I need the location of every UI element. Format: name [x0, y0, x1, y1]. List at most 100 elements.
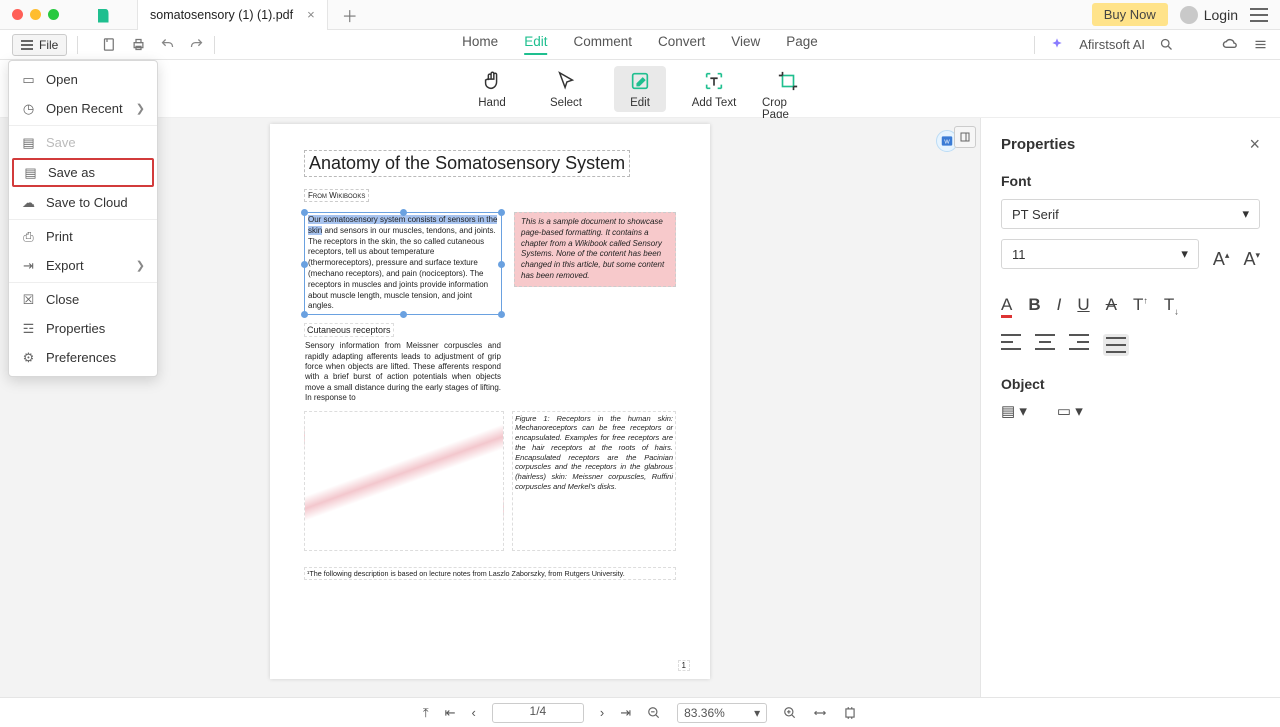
font-section-label: Font	[1001, 173, 1260, 189]
sample-note: This is a sample document to showcase pa…	[514, 212, 676, 287]
save-icon[interactable]	[102, 37, 117, 52]
fit-width-icon[interactable]	[813, 706, 827, 720]
tab-view[interactable]: View	[731, 34, 760, 55]
zoom-out-icon[interactable]	[647, 706, 661, 720]
file-menu-open[interactable]: ▭Open	[9, 65, 157, 94]
subheading: Cutaneous receptors	[304, 323, 394, 337]
chevron-right-icon: ❯	[136, 259, 145, 272]
bold-icon[interactable]: B	[1028, 295, 1040, 318]
login-label: Login	[1204, 7, 1238, 23]
font-size-select[interactable]: 11 ▾	[1001, 239, 1199, 269]
app-menu-icon[interactable]	[1250, 8, 1268, 22]
file-menu-properties[interactable]: ☲Properties	[9, 314, 157, 343]
file-menu-open-recent[interactable]: ◷Open Recent❯	[9, 94, 157, 123]
prev-page-icon[interactable]: ‹	[472, 705, 476, 720]
tab-edit[interactable]: Edit	[524, 34, 547, 55]
file-button[interactable]: File	[12, 34, 67, 56]
text-format-row: A B I U A T↑ T↓	[1001, 295, 1260, 318]
tool-select[interactable]: Select	[540, 66, 592, 112]
pdf-page[interactable]: Anatomy of the Somatosensory System From…	[270, 124, 710, 679]
align-center-icon[interactable]	[1035, 334, 1055, 356]
tool-add-text[interactable]: Add Text	[688, 66, 740, 112]
file-menu-preferences[interactable]: ⚙Preferences	[9, 343, 157, 372]
recent-icon: ◷	[21, 101, 36, 116]
file-menu-save-as[interactable]: ▤Save as	[12, 158, 154, 187]
panel-toggle-icon[interactable]	[1253, 37, 1268, 52]
edit-icon	[628, 69, 652, 93]
menu-tabs: Home Edit Comment Convert View Page	[462, 34, 818, 55]
tool-edit[interactable]: Edit	[614, 66, 666, 112]
font-family-select[interactable]: PT Serif ▾	[1001, 199, 1260, 229]
align-justify-icon[interactable]	[1103, 334, 1129, 356]
align-left-icon[interactable]	[1001, 334, 1021, 356]
tool-crop-page[interactable]: Crop Page	[762, 66, 814, 124]
collapse-panel-button[interactable]	[954, 126, 976, 148]
selected-text-box[interactable]: Our somatosensory system consists of sen…	[304, 212, 502, 315]
ai-sparkle-icon	[1049, 37, 1065, 53]
add-text-icon	[702, 69, 726, 93]
file-menu-export[interactable]: ⇥Export❯	[9, 251, 157, 280]
undo-icon[interactable]	[160, 37, 175, 52]
chevron-down-icon: ▾	[1181, 246, 1188, 262]
next-page-icon[interactable]: ›	[600, 705, 604, 720]
tab-comment[interactable]: Comment	[573, 34, 632, 55]
superscript-icon[interactable]: T↑	[1133, 295, 1148, 318]
new-tab-button[interactable]: ＋	[342, 3, 358, 27]
file-menu-save-cloud[interactable]: ☁Save to Cloud	[9, 188, 157, 217]
hamburger-icon	[21, 40, 33, 50]
tab-page[interactable]: Page	[786, 34, 818, 55]
object-align-icon[interactable]: ▤ ▾	[1001, 402, 1027, 420]
properties-icon: ☲	[21, 321, 36, 336]
last-page-icon[interactable]: ⇥	[620, 705, 631, 721]
scroll-top-icon[interactable]: ⤒	[423, 705, 429, 721]
redo-icon[interactable]	[189, 37, 204, 52]
properties-panel: Properties × Font PT Serif ▾ 11 ▾ A▴ A▾ …	[980, 118, 1280, 697]
file-menu: ▭Open ◷Open Recent❯ ▤Save ▤Save as ☁Save…	[8, 60, 158, 377]
main-toolbar: File Home Edit Comment Convert View Page…	[0, 30, 1280, 60]
file-menu-close[interactable]: ☒Close	[9, 285, 157, 314]
search-icon[interactable]	[1159, 37, 1174, 52]
maximize-window-icon[interactable]	[48, 9, 59, 20]
ai-label[interactable]: Afirstsoft AI	[1079, 37, 1145, 52]
align-right-icon[interactable]	[1069, 334, 1089, 356]
fit-page-icon[interactable]	[843, 706, 857, 720]
app-logo-icon	[95, 6, 113, 24]
font-family-value: PT Serif	[1012, 207, 1059, 222]
text-color-icon[interactable]: A	[1001, 295, 1012, 318]
file-label: File	[39, 38, 58, 52]
print-icon[interactable]	[131, 37, 146, 52]
object-arrange-icon[interactable]: ▭ ▾	[1057, 402, 1083, 420]
zoom-in-icon[interactable]	[783, 706, 797, 720]
strikethrough-icon[interactable]: A	[1106, 295, 1117, 318]
main-area: W Anatomy of the Somatosensory System Fr…	[0, 118, 1280, 697]
hand-icon	[480, 69, 504, 93]
document-tab-label: somatosensory (1) (1).pdf	[150, 8, 293, 22]
close-properties-icon[interactable]: ×	[1249, 134, 1260, 155]
tab-convert[interactable]: Convert	[658, 34, 705, 55]
zoom-select[interactable]: 83.36%▾	[677, 703, 767, 723]
tab-home[interactable]: Home	[462, 34, 498, 55]
body-paragraph: Sensory information from Meissner corpus…	[304, 340, 502, 404]
first-page-icon[interactable]: ⇤	[445, 705, 456, 721]
tool-hand[interactable]: Hand	[466, 66, 518, 112]
minimize-window-icon[interactable]	[30, 9, 41, 20]
page-input[interactable]: 1/4	[492, 703, 584, 723]
titlebar: somatosensory (1) (1).pdf × ＋ Buy Now Lo…	[0, 0, 1280, 30]
buy-now-button[interactable]: Buy Now	[1092, 3, 1168, 26]
svg-text:W: W	[944, 139, 950, 145]
cloud-icon[interactable]	[1222, 36, 1239, 53]
cloud-save-icon: ☁	[21, 195, 36, 210]
document-tab[interactable]: somatosensory (1) (1).pdf ×	[137, 0, 328, 30]
underline-icon[interactable]: U	[1077, 295, 1089, 318]
increase-font-icon[interactable]: A▴	[1213, 249, 1230, 270]
close-window-icon[interactable]	[12, 9, 23, 20]
file-menu-print[interactable]: ⎙Print	[9, 222, 157, 251]
close-file-icon: ☒	[21, 292, 36, 307]
decrease-font-icon[interactable]: A▾	[1243, 249, 1260, 270]
print-file-icon: ⎙	[21, 229, 36, 244]
login-button[interactable]: Login	[1180, 6, 1238, 24]
italic-icon[interactable]: I	[1057, 295, 1062, 318]
close-tab-icon[interactable]: ×	[307, 7, 315, 22]
footnote: ¹The following description is based on l…	[304, 567, 676, 580]
subscript-icon[interactable]: T↓	[1164, 295, 1179, 318]
